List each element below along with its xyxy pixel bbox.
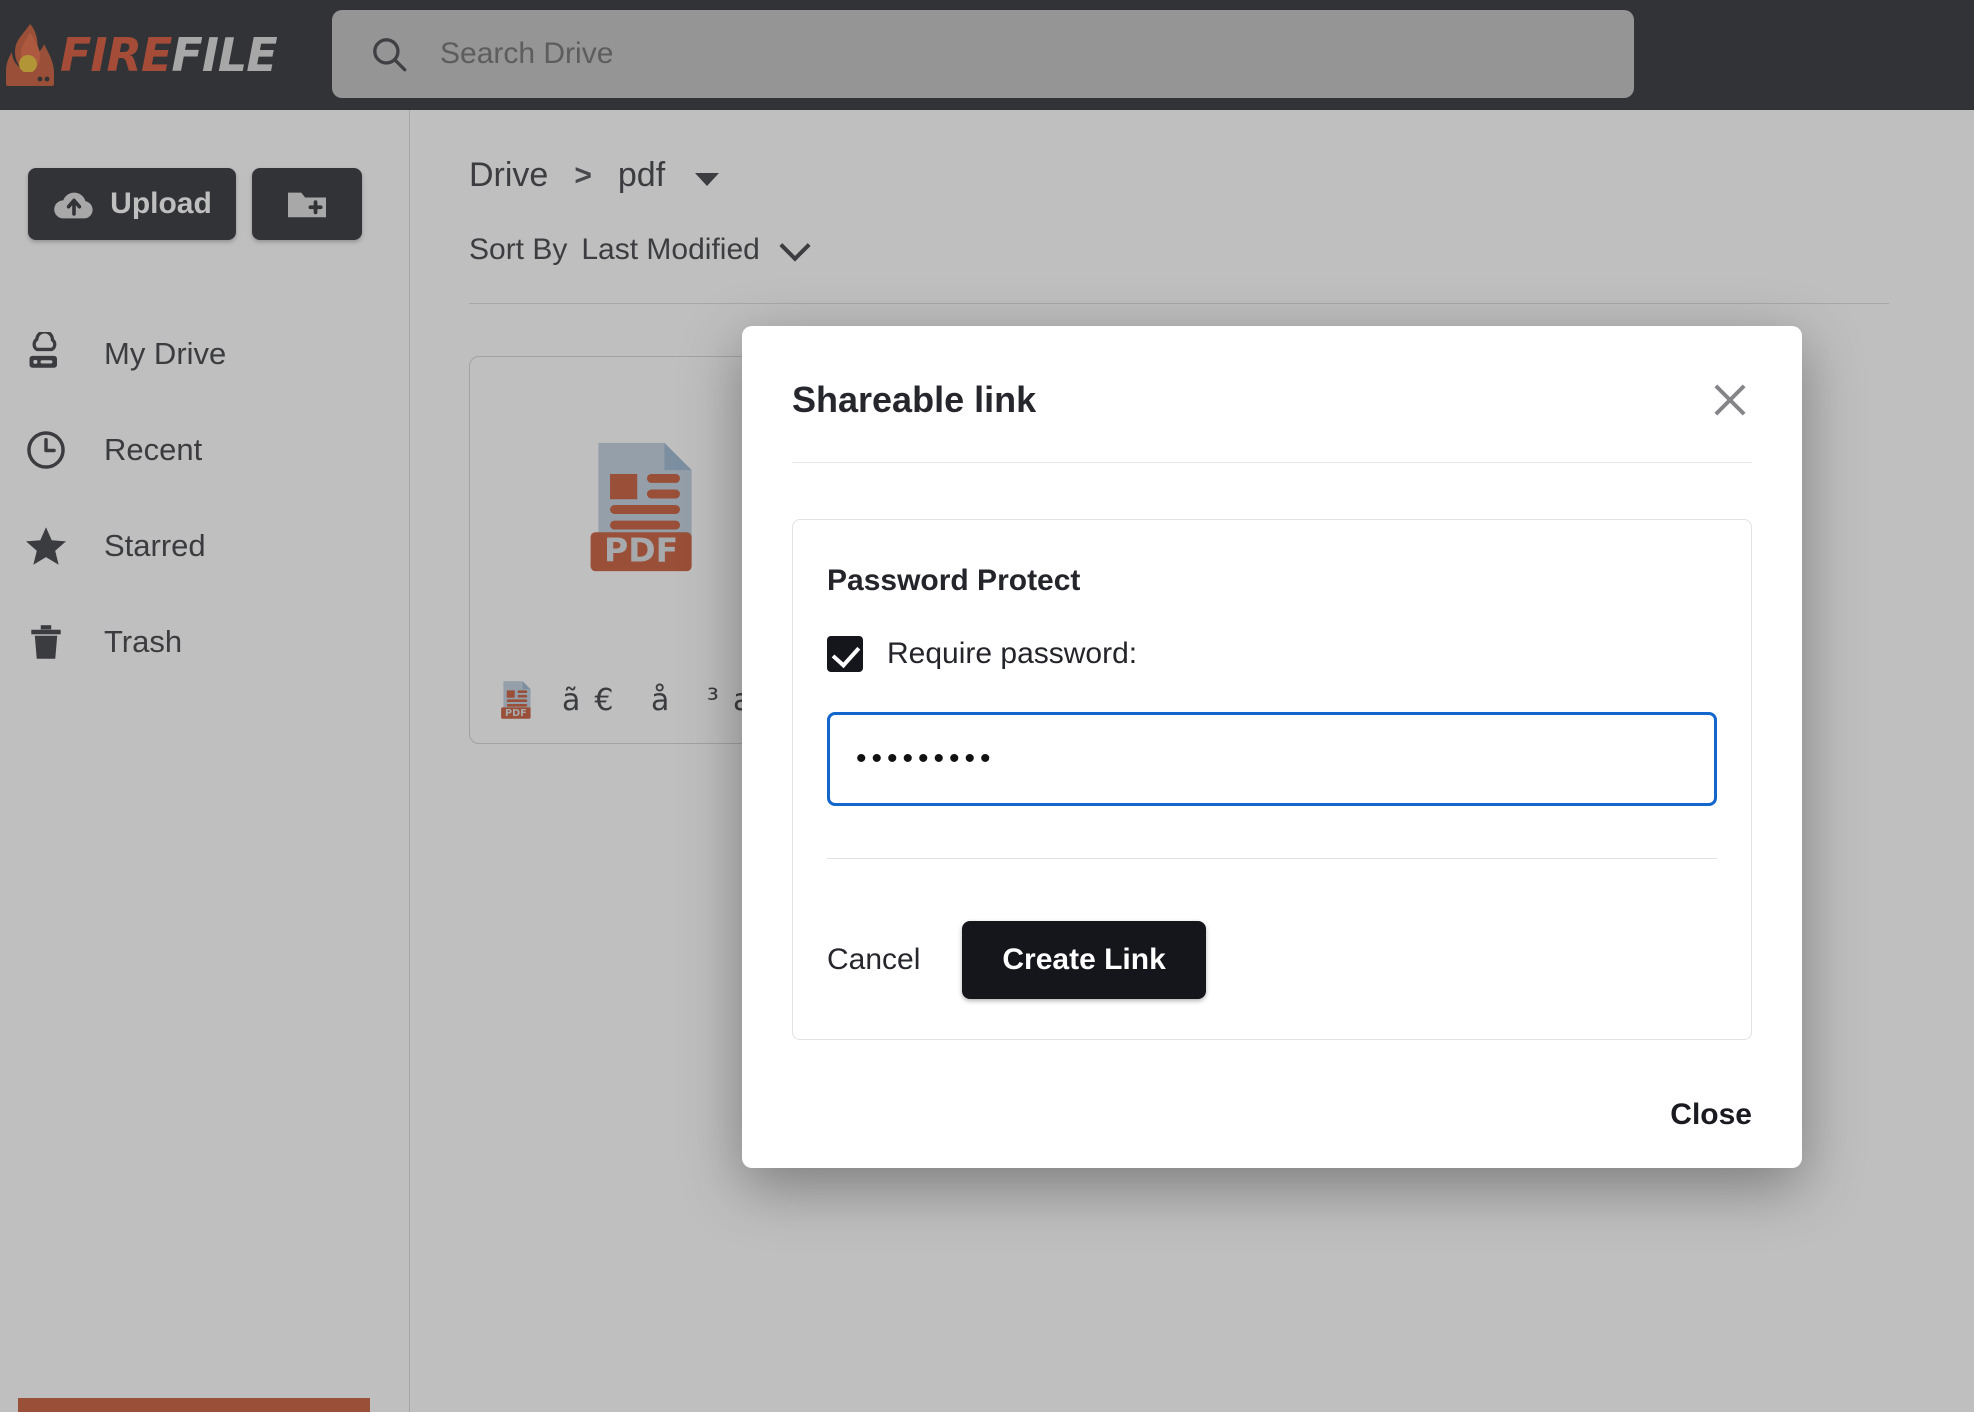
- dialog-title: Shareable link: [792, 379, 1037, 420]
- panel-title: Password Protect: [827, 564, 1081, 597]
- require-password-label: Require password:: [887, 637, 1138, 670]
- password-value: •••••••••: [856, 742, 996, 775]
- close-icon[interactable]: [1708, 378, 1752, 422]
- panel-actions: Cancel Create Link: [827, 921, 1717, 999]
- require-password-row[interactable]: Require password:: [827, 636, 1717, 672]
- shareable-link-dialog: Shareable link Password Protect Require …: [742, 326, 1802, 1168]
- dialog-header: Shareable link: [792, 326, 1752, 463]
- panel-divider: [827, 858, 1717, 859]
- close-button[interactable]: Close: [1670, 1098, 1752, 1132]
- password-input[interactable]: •••••••••: [827, 712, 1717, 806]
- modal-overlay[interactable]: Shareable link Password Protect Require …: [0, 0, 1974, 1412]
- dialog-footer: Close: [1670, 1098, 1752, 1132]
- password-protect-panel: Password Protect Require password: •••••…: [792, 519, 1752, 1040]
- require-password-checkbox[interactable]: [827, 636, 863, 672]
- cancel-button[interactable]: Cancel: [827, 943, 920, 977]
- create-link-button[interactable]: Create Link: [962, 921, 1206, 999]
